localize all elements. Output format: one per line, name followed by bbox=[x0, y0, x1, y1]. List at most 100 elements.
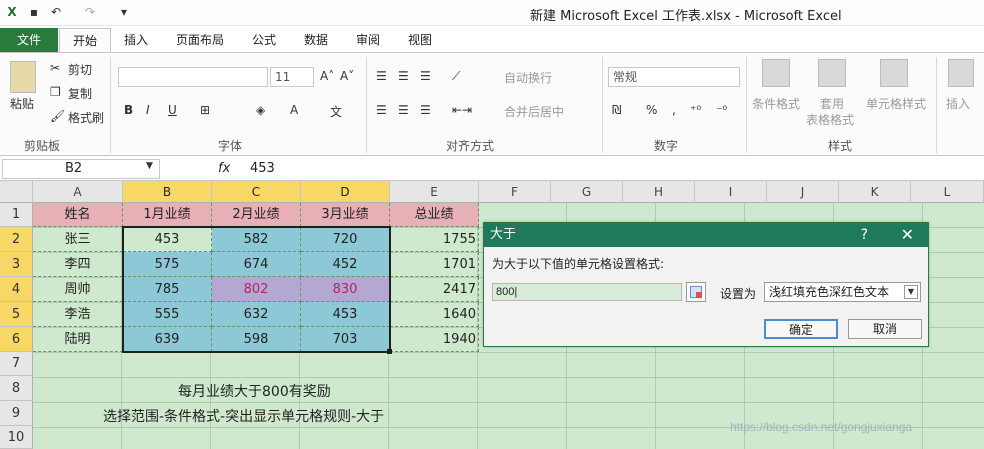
header-cell[interactable]: 1月业绩 bbox=[123, 203, 212, 227]
column-header[interactable]: H bbox=[623, 181, 695, 203]
value-cell[interactable]: 452 bbox=[301, 252, 390, 277]
font-name-combo[interactable] bbox=[118, 67, 268, 87]
align-left-icon[interactable]: ☰ bbox=[376, 103, 387, 117]
column-header[interactable]: L bbox=[911, 181, 984, 203]
bold-button[interactable]: B bbox=[124, 103, 133, 117]
value-cell[interactable]: 703 bbox=[301, 327, 390, 352]
orientation-icon[interactable]: ⟋ bbox=[452, 69, 460, 84]
row-header[interactable]: 8 bbox=[0, 376, 33, 401]
undo-icon[interactable]: ↶ bbox=[48, 4, 64, 20]
select-all-corner[interactable] bbox=[0, 181, 33, 203]
row-header[interactable]: 3 bbox=[0, 252, 33, 277]
value-cell[interactable]: 598 bbox=[212, 327, 301, 352]
row-header[interactable]: 6 bbox=[0, 327, 33, 352]
tab-review[interactable]: 审阅 bbox=[346, 28, 390, 52]
note-steps[interactable]: 选择范围-条件格式-突出显示单元格规则-大于 bbox=[103, 406, 384, 426]
threshold-input[interactable]: 800| bbox=[492, 283, 682, 301]
insert-cells-icon[interactable] bbox=[948, 59, 974, 87]
conditional-format-button[interactable]: 条件格式 bbox=[752, 95, 800, 112]
align-top-icon[interactable]: ☰ bbox=[376, 69, 387, 83]
row-header[interactable]: 9 bbox=[0, 401, 33, 426]
tab-view[interactable]: 视图 bbox=[398, 28, 442, 52]
font-size-combo[interactable]: 11 bbox=[270, 67, 314, 87]
shrink-font-button[interactable]: A˅ bbox=[340, 69, 354, 83]
name-cell[interactable]: 张三 bbox=[33, 227, 123, 252]
fill-handle[interactable] bbox=[387, 349, 392, 354]
paste-button[interactable]: 粘贴 bbox=[10, 95, 34, 112]
cut-icon[interactable]: ✂ bbox=[50, 61, 60, 75]
value-cell[interactable]: 632 bbox=[212, 302, 301, 327]
column-header[interactable]: I bbox=[695, 181, 767, 203]
value-cell[interactable]: 720 bbox=[301, 227, 390, 252]
insert-cells-button[interactable]: 插入 bbox=[946, 95, 970, 112]
name-cell[interactable]: 李浩 bbox=[33, 302, 123, 327]
name-box-dropdown-icon[interactable]: ▼ bbox=[146, 161, 153, 171]
format-style-select[interactable]: 浅红填充色深红色文本 ▼ bbox=[764, 282, 921, 302]
insert-function-button[interactable]: fx bbox=[218, 161, 230, 176]
name-cell[interactable]: 周帅 bbox=[33, 277, 123, 302]
row-header[interactable]: 2 bbox=[0, 227, 33, 252]
decrease-decimal-icon[interactable]: ⁻⁰ bbox=[716, 103, 727, 117]
row-header[interactable]: 5 bbox=[0, 302, 33, 327]
comma-button[interactable]: , bbox=[672, 103, 676, 117]
column-header[interactable]: C bbox=[212, 181, 301, 203]
column-header[interactable]: G bbox=[551, 181, 623, 203]
total-cell[interactable]: 1701 bbox=[390, 252, 479, 277]
save-icon[interactable]: ▪ bbox=[26, 4, 42, 20]
chevron-down-icon[interactable]: ▼ bbox=[904, 285, 918, 299]
align-right-icon[interactable]: ☰ bbox=[420, 103, 431, 117]
format-painter-button[interactable]: 格式刷 bbox=[68, 109, 104, 126]
number-format-combo[interactable]: 常规 bbox=[608, 67, 740, 87]
row-header[interactable]: 4 bbox=[0, 277, 33, 302]
value-cell[interactable]: 555 bbox=[123, 302, 212, 327]
value-cell[interactable]: 453 bbox=[301, 302, 390, 327]
copy-button[interactable]: 复制 bbox=[68, 85, 92, 102]
excel-logo-icon[interactable]: X bbox=[4, 4, 20, 20]
range-picker-button[interactable] bbox=[686, 282, 706, 302]
font-color-icon[interactable]: A bbox=[290, 103, 298, 117]
phonetic-icon[interactable]: 文 bbox=[330, 103, 342, 120]
customize-icon[interactable]: ▾ bbox=[116, 4, 132, 20]
cell-styles-icon[interactable] bbox=[880, 59, 908, 87]
total-cell[interactable]: 2417 bbox=[390, 277, 479, 302]
redo-icon[interactable]: ↷ bbox=[82, 4, 98, 20]
highlighted-value-cell[interactable]: 802 bbox=[212, 277, 301, 302]
fill-color-icon[interactable]: ◈ bbox=[256, 103, 265, 117]
table-format-button[interactable]: 套用 bbox=[820, 95, 844, 112]
header-cell[interactable]: 姓名 bbox=[33, 203, 123, 227]
currency-icon[interactable]: ₪ bbox=[612, 103, 621, 117]
tab-home[interactable]: 开始 bbox=[59, 28, 111, 52]
conditional-format-icon[interactable] bbox=[762, 59, 790, 87]
cancel-button[interactable]: 取消 bbox=[848, 319, 922, 339]
note-reward[interactable]: 每月业绩大于800有奖励 bbox=[178, 381, 331, 401]
table-format-icon[interactable] bbox=[818, 59, 846, 87]
format-painter-icon[interactable]: 🖌 bbox=[50, 109, 65, 123]
column-header[interactable]: D bbox=[301, 181, 390, 203]
value-cell[interactable]: 674 bbox=[212, 252, 301, 277]
increase-decimal-icon[interactable]: ⁺⁰ bbox=[690, 103, 701, 117]
tab-data[interactable]: 数据 bbox=[294, 28, 338, 52]
underline-button[interactable]: U bbox=[168, 103, 177, 117]
percent-button[interactable]: % bbox=[646, 103, 657, 117]
header-cell[interactable]: 总业绩 bbox=[390, 203, 479, 227]
row-header[interactable]: 7 bbox=[0, 352, 33, 376]
help-icon[interactable]: ? bbox=[861, 223, 868, 247]
ok-button[interactable]: 确定 bbox=[764, 319, 838, 339]
name-cell[interactable]: 李四 bbox=[33, 252, 123, 277]
total-cell[interactable]: 1755 bbox=[390, 227, 479, 252]
grow-font-button[interactable]: A˄ bbox=[320, 69, 334, 83]
tab-file[interactable]: 文件 bbox=[0, 28, 58, 52]
align-bottom-icon[interactable]: ☰ bbox=[420, 69, 431, 83]
tab-formulas[interactable]: 公式 bbox=[242, 28, 286, 52]
close-icon[interactable]: ✕ bbox=[901, 223, 914, 247]
merge-center-button[interactable]: 合并后居中 bbox=[504, 103, 564, 120]
formula-input[interactable]: 453 bbox=[250, 161, 275, 176]
row-header[interactable]: 1 bbox=[0, 203, 33, 227]
paste-icon[interactable] bbox=[10, 61, 36, 93]
align-center-icon[interactable]: ☰ bbox=[398, 103, 409, 117]
value-cell[interactable]: 785 bbox=[123, 277, 212, 302]
align-middle-icon[interactable]: ☰ bbox=[398, 69, 409, 83]
value-cell[interactable]: 575 bbox=[123, 252, 212, 277]
border-icon[interactable]: ⊞ bbox=[200, 103, 210, 117]
cut-button[interactable]: 剪切 bbox=[68, 61, 92, 78]
